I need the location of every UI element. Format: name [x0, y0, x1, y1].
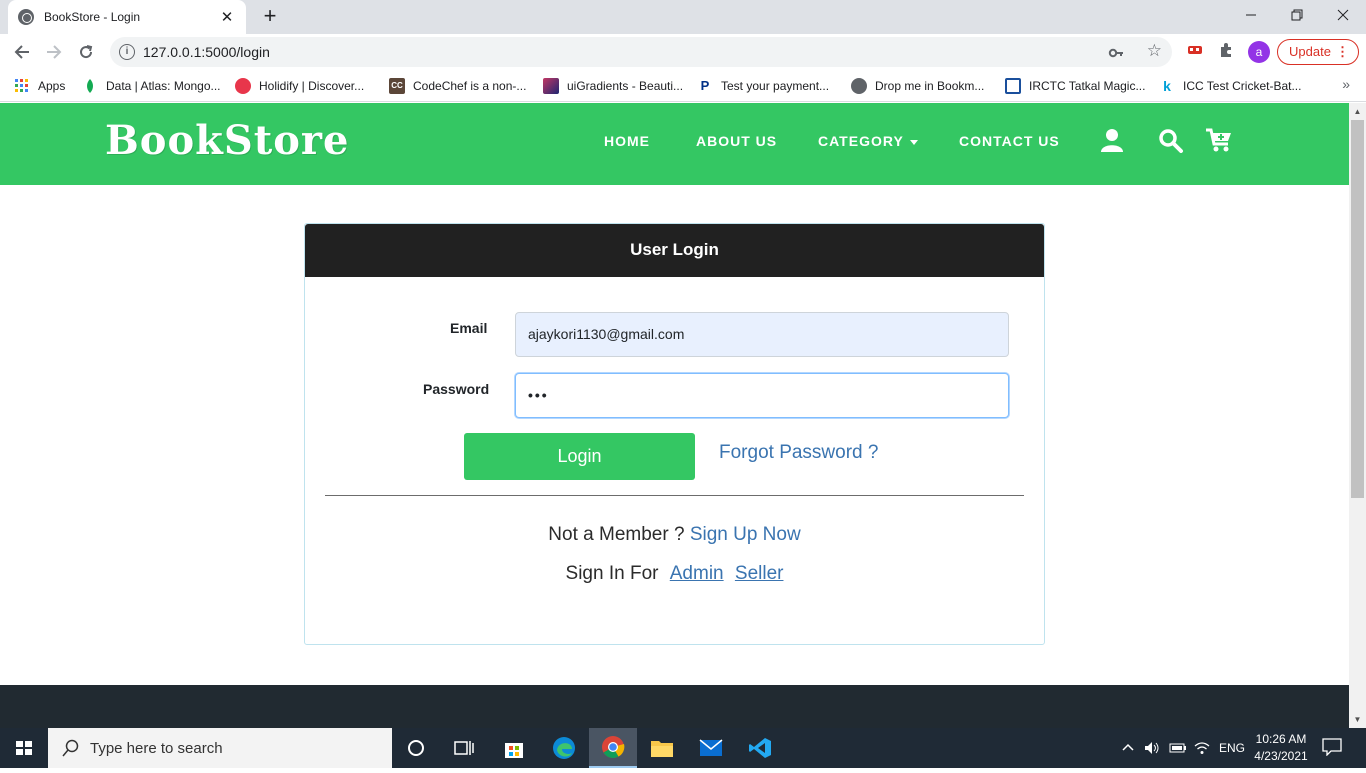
caret-down-icon [909, 139, 918, 145]
globe-icon [18, 9, 34, 25]
bookmark-paypal[interactable]: P Test your payment... [697, 76, 829, 96]
sign-in-for: Sign In For Admin Seller [305, 563, 1044, 585]
tab-close-icon[interactable]: ✕ [218, 8, 236, 26]
bookmark-icc[interactable]: k ICC Test Cricket-Bat... [1159, 76, 1301, 96]
reload-icon[interactable] [73, 39, 99, 65]
nav-home[interactable]: HOME [604, 133, 650, 149]
clock-time: 10:26 AM [1255, 732, 1307, 746]
password-label: Password [423, 381, 490, 397]
bookmark-atlas[interactable]: Data | Atlas: Mongo... [82, 76, 221, 96]
extensions-puzzle-icon[interactable] [1216, 42, 1236, 62]
taskbar-search-placeholder: Type here to search [90, 739, 223, 757]
bookmarks-bar: Apps Data | Atlas: Mongo... Holidify | D… [0, 70, 1366, 102]
url-text[interactable]: 127.0.0.1:5000/login [143, 44, 270, 60]
login-card: User Login Email ajaykori1130@gmail.com … [304, 223, 1045, 645]
sign-up-link[interactable]: Sign Up Now [690, 524, 801, 545]
scroll-down-icon[interactable]: ▼ [1349, 711, 1366, 728]
volume-icon[interactable] [1144, 728, 1160, 768]
browser-tab[interactable]: BookStore - Login ✕ [8, 0, 246, 34]
divider [325, 495, 1024, 496]
cart-icon[interactable] [1205, 127, 1231, 153]
admin-link[interactable]: Admin [670, 563, 724, 584]
page-scrollbar[interactable]: ▲ ▼ [1349, 103, 1366, 728]
apps-grid-icon [14, 78, 30, 94]
k-icon: k [1163, 78, 1171, 94]
update-button[interactable]: Update ⋮ [1277, 39, 1359, 65]
nav-category[interactable]: CATEGORY [818, 133, 918, 149]
email-field[interactable]: ajaykori1130@gmail.com [515, 312, 1009, 357]
password-field[interactable]: ••• [515, 373, 1009, 418]
search-icon[interactable] [1158, 127, 1184, 153]
cortana-icon[interactable] [392, 728, 440, 768]
task-view-icon[interactable] [440, 728, 488, 768]
taskbar-clock[interactable]: 10:26 AM 4/23/2021 [1248, 731, 1314, 765]
bookmark-codechef[interactable]: CC CodeChef is a non-... [389, 76, 526, 96]
bookmark-star-icon[interactable]: ☆ [1147, 41, 1162, 61]
clock-date: 4/23/2021 [1254, 749, 1308, 763]
language-indicator[interactable]: ENG [1219, 728, 1245, 768]
paypal-icon: P [700, 78, 710, 93]
login-card-heading: User Login [305, 224, 1044, 277]
bookmark-irctc[interactable]: IRCTC Tatkal Magic... [1005, 76, 1145, 96]
extension-train-icon[interactable] [1185, 42, 1205, 62]
file-explorer-icon[interactable] [638, 728, 686, 768]
irctc-icon [1005, 78, 1021, 94]
store-icon[interactable] [490, 728, 538, 768]
forgot-password-link[interactable]: Forgot Password ? [719, 442, 878, 464]
vscode-icon[interactable] [736, 728, 784, 768]
minimize-icon[interactable] [1228, 0, 1274, 30]
key-icon[interactable] [1108, 42, 1124, 64]
bookmark-holidify[interactable]: Holidify | Discover... [235, 76, 364, 96]
bookmarks-overflow-icon[interactable]: » [1342, 76, 1350, 92]
seller-link[interactable]: Seller [735, 563, 784, 584]
nav-about-us[interactable]: ABOUT US [696, 133, 777, 149]
browser-toolbar: i 127.0.0.1:5000/login ☆ a Update ⋮ [0, 34, 1366, 70]
restore-icon[interactable] [1274, 0, 1320, 30]
nav-contact-us[interactable]: CONTACT US [959, 133, 1060, 149]
globe-icon [851, 78, 867, 94]
battery-icon[interactable] [1169, 728, 1187, 768]
bookmark-uigradients[interactable]: uiGradients - Beauti... [543, 76, 683, 96]
windows-start-icon[interactable] [0, 728, 48, 768]
address-bar[interactable]: i 127.0.0.1:5000/login ☆ [110, 37, 1172, 67]
member-prompt: Not a Member ? Sign Up Now [305, 524, 1044, 546]
bookmark-drop-me[interactable]: Drop me in Bookm... [851, 76, 984, 96]
user-icon[interactable] [1099, 127, 1125, 153]
profile-avatar[interactable]: a [1248, 41, 1270, 63]
wifi-icon[interactable] [1194, 728, 1210, 768]
email-label: Email [450, 320, 488, 336]
update-label: Update [1289, 44, 1331, 59]
uigradients-icon [543, 78, 559, 94]
member-text: Not a Member ? [548, 524, 685, 545]
mongodb-leaf-icon [82, 78, 98, 94]
back-arrow-icon[interactable] [9, 39, 35, 65]
tab-title: BookStore - Login [44, 10, 141, 24]
browser-tab-strip: BookStore - Login ✕ + [0, 0, 1366, 34]
scroll-up-icon[interactable]: ▲ [1349, 103, 1366, 120]
close-window-icon[interactable] [1320, 0, 1366, 30]
tray-chevron-icon[interactable] [1122, 728, 1134, 768]
taskbar-search-box[interactable]: Type here to search [48, 728, 392, 768]
scrollbar-thumb[interactable] [1351, 120, 1364, 498]
menu-dots-icon: ⋮ [1336, 44, 1349, 59]
nav-category-label: CATEGORY [818, 133, 904, 149]
search-icon [62, 739, 79, 757]
holidify-icon [235, 78, 251, 94]
codechef-icon: CC [389, 78, 405, 94]
forward-arrow-icon[interactable] [41, 39, 67, 65]
site-info-icon[interactable]: i [119, 44, 135, 60]
notification-icon[interactable] [1322, 738, 1342, 757]
bookmark-apps[interactable]: Apps [14, 76, 65, 96]
windows-taskbar: Type here to search ENG 10:26 AM 4/23/20… [0, 728, 1366, 768]
site-footer [0, 685, 1349, 728]
sign-in-for-text: Sign In For [565, 563, 659, 584]
site-navbar: BookStore HOME ABOUT US CATEGORY CONTACT… [0, 103, 1349, 185]
mail-icon[interactable] [687, 728, 735, 768]
new-tab-button[interactable]: + [258, 4, 282, 28]
chrome-icon[interactable] [589, 728, 637, 768]
edge-icon[interactable] [540, 728, 588, 768]
login-button[interactable]: Login [464, 433, 695, 480]
brand-logo[interactable]: BookStore [105, 117, 349, 164]
page-viewport: BookStore HOME ABOUT US CATEGORY CONTACT… [0, 103, 1349, 728]
